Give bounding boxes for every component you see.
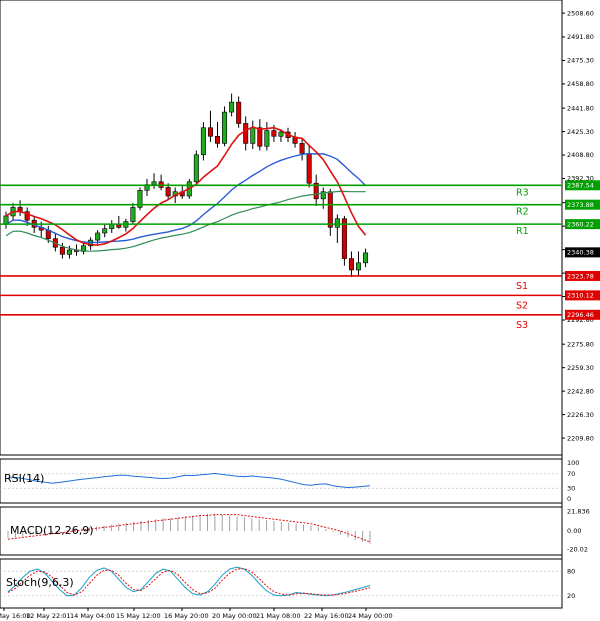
candle-down xyxy=(271,130,277,137)
last-price-tag: 2340.38 xyxy=(567,249,594,257)
level-tag-value: 2323.78 xyxy=(567,272,594,280)
candle-down xyxy=(306,153,312,184)
x-tick-label: 12 May 22:01 xyxy=(26,612,71,620)
rsi-tick-label: 70 xyxy=(567,470,575,478)
price-tick-label: 2408.80 xyxy=(567,151,594,159)
rsi-tick-label: 100 xyxy=(567,459,579,467)
level-tag-value: 2360.22 xyxy=(567,220,594,228)
ma-blue-line xyxy=(5,152,367,244)
level-tag-value: 2373.88 xyxy=(567,201,594,209)
panel-frame xyxy=(0,458,563,504)
level-tag-value: 2387.54 xyxy=(567,182,594,190)
candle-down xyxy=(59,246,65,255)
price-tick-label: 2508.60 xyxy=(567,9,594,17)
candle-up xyxy=(95,232,101,241)
price-tick-label: 2226.30 xyxy=(567,411,594,419)
stoch-panel xyxy=(0,566,562,597)
candle-down xyxy=(327,191,333,228)
candle-up xyxy=(102,228,108,234)
macd-tick-label: 0.00 xyxy=(567,527,581,535)
macd-label: MACD(12,26,9) xyxy=(10,524,94,537)
x-tick-label: 22 May 16:00 xyxy=(304,612,349,620)
candle-down xyxy=(348,258,354,271)
main-plot: R3 R2 R1 S1 S2 S3 xyxy=(0,93,562,331)
level-label-s3: S3 xyxy=(516,320,528,331)
rsi-line xyxy=(7,472,371,489)
x-tick-label: 21 May 08:00 xyxy=(256,612,301,620)
candle-down xyxy=(165,187,171,197)
rsi-label: RSI(14) xyxy=(4,472,44,485)
candle-up xyxy=(229,101,235,113)
stoch-tick-label: 80 xyxy=(567,567,575,575)
x-tick-label: 16 May 20:00 xyxy=(164,612,209,620)
price-chart: R3 R2 R1 S1 S2 S3 2508.60 2491.80 2475.30 2458.8… xyxy=(0,0,600,620)
price-tick-label: 2475.30 xyxy=(567,57,594,65)
price-tick-label: 2259.30 xyxy=(567,364,594,372)
price-tick-label: 2275.80 xyxy=(567,340,594,348)
price-tick-label: 2441.80 xyxy=(567,104,594,112)
price-tick-label: 2242.80 xyxy=(567,387,594,395)
candle-up xyxy=(355,262,361,271)
stoch-label: Stoch(9,6,3) xyxy=(6,576,74,589)
x-tick-label: 24 May 00:00 xyxy=(348,612,393,620)
ma-green-line xyxy=(5,190,366,252)
candle-up xyxy=(334,218,340,228)
price-tick-label: 2425.30 xyxy=(567,128,594,136)
level-label-s1: S1 xyxy=(516,281,528,292)
rsi-tick-label: 0 xyxy=(567,495,571,503)
price-tick-label: 2209.80 xyxy=(567,434,594,442)
x-tick-label: 15 May 12:00 xyxy=(116,612,161,620)
price-tick-label: 2458.80 xyxy=(567,80,594,88)
candle-up xyxy=(193,154,199,183)
x-tick-label: 14 May 04:00 xyxy=(70,612,115,620)
price-tick-label: 2491.80 xyxy=(567,33,594,41)
candle-up xyxy=(250,127,256,144)
macd-tick-label: 21.836 xyxy=(567,507,590,515)
candle-down xyxy=(299,143,305,154)
candle-down xyxy=(243,123,249,144)
candle-up xyxy=(130,207,136,222)
candle-down xyxy=(257,127,263,147)
candle-up xyxy=(363,252,369,264)
candle-up xyxy=(222,111,228,144)
rsi-panel xyxy=(0,472,562,489)
rsi-tick-label: 30 xyxy=(567,484,575,492)
candle-up xyxy=(200,127,206,156)
level-tag-value: 2310.12 xyxy=(567,292,594,300)
level-label-r1: R1 xyxy=(516,226,529,237)
candle-up xyxy=(278,131,284,137)
candle-down xyxy=(207,127,213,137)
grid xyxy=(0,0,563,609)
candle-up xyxy=(151,181,157,185)
candle-down xyxy=(215,135,221,144)
macd-tick-label: -20.02 xyxy=(567,545,588,553)
level-label-r2: R2 xyxy=(516,207,529,218)
candle-up xyxy=(109,224,115,230)
panel-frame xyxy=(0,0,563,456)
x-tick-label: 20 May 00:00 xyxy=(212,612,257,620)
level-tag-value: 2296.46 xyxy=(567,311,594,319)
stoch-tick-label: 20 xyxy=(567,592,575,600)
level-label-r3: R3 xyxy=(516,187,529,198)
candle-down xyxy=(292,137,298,144)
candle-up xyxy=(264,130,270,147)
level-label-s2: S2 xyxy=(516,300,528,311)
candle-up xyxy=(66,249,72,255)
candle-down xyxy=(236,101,242,124)
